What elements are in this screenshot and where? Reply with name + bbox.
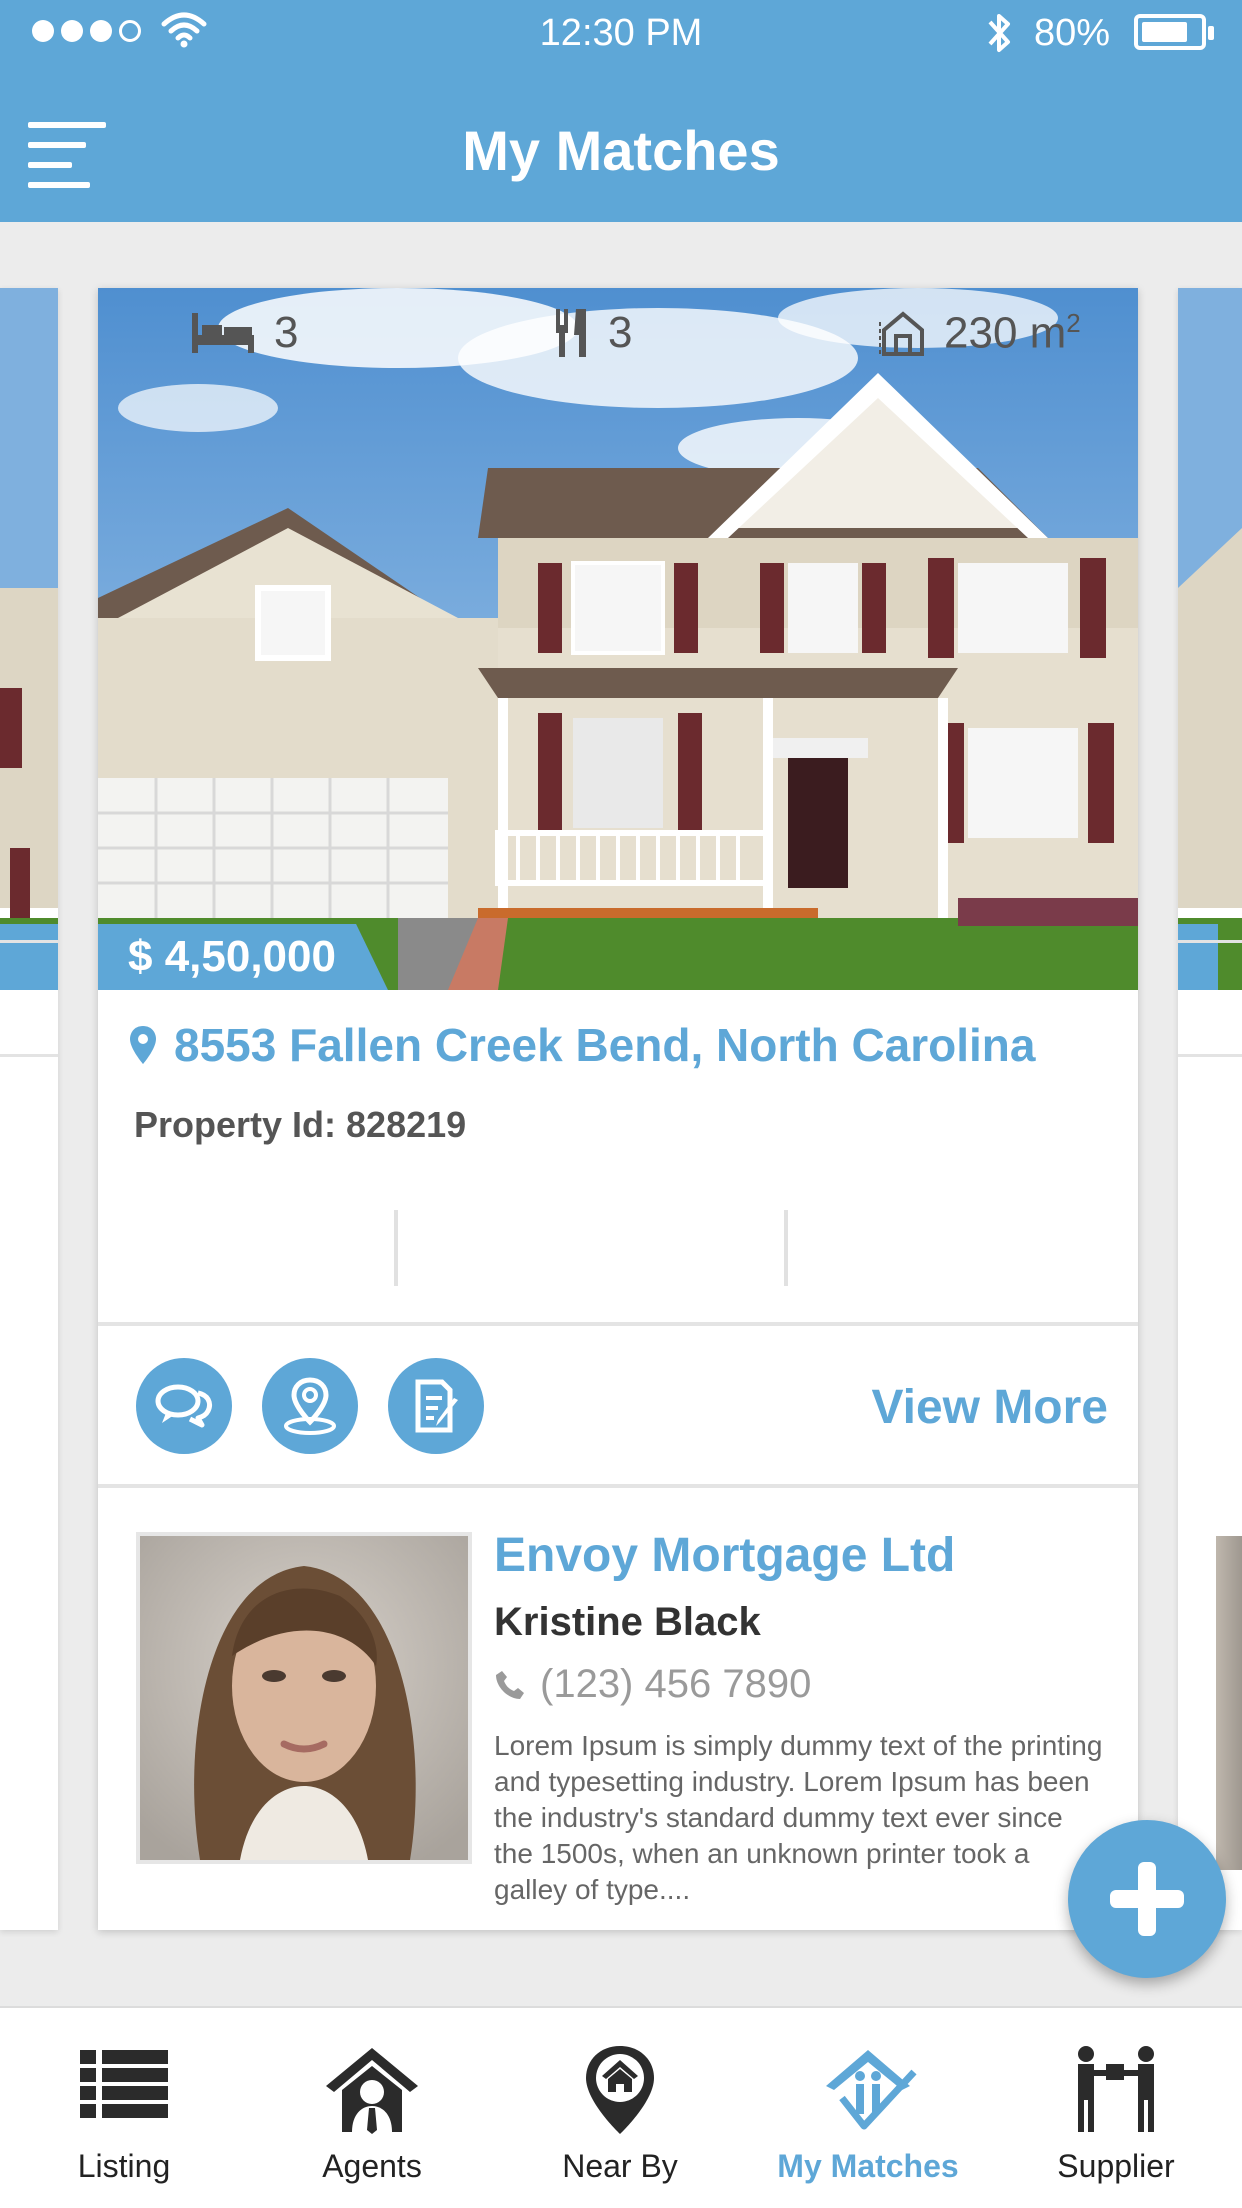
property-id: Property Id: 828219 [134, 1104, 467, 1145]
price-tag: $ 4,50,000 [98, 924, 388, 990]
tab-label: Near By [562, 2148, 678, 2184]
document-button[interactable] [388, 1358, 484, 1454]
area-stat: 230 m2 [878, 288, 1081, 378]
map-pin-icon [130, 1026, 156, 1064]
phone-icon [496, 1670, 524, 1699]
tab-agents[interactable]: Agents [248, 2008, 496, 2208]
chat-button[interactable] [136, 1358, 232, 1454]
tab-listing[interactable]: Listing [0, 2008, 248, 2208]
tab-label: Supplier [1057, 2148, 1175, 2184]
battery-percent: 80% [1034, 12, 1111, 54]
location-house-icon [586, 2046, 654, 2134]
list-icon [80, 2050, 168, 2118]
location-button[interactable] [262, 1358, 358, 1454]
area-value: 230 m2 [944, 307, 1081, 358]
bottom-tab-bar: Listing Agents Near By My Matches Suppli… [0, 2006, 1242, 2208]
dining-count: 3 [608, 308, 633, 357]
agent-name: Kristine Black [494, 1600, 761, 1644]
tab-supplier[interactable]: Supplier [992, 2008, 1240, 2208]
document-edit-icon [415, 1379, 458, 1433]
agent-bio: Lorem Ipsum is simply dummy text of the … [494, 1730, 1103, 1905]
chat-bubbles-icon [155, 1384, 213, 1428]
agent-phone[interactable]: (123) 456 7890 [494, 1662, 811, 1707]
tab-label: My Matches [777, 2148, 959, 2184]
agent-avatar [136, 1532, 472, 1864]
matches-icon [826, 2050, 917, 2130]
address-text: 8553 Fallen Creek Bend, North Carolina [174, 1019, 1036, 1071]
next-card-peek[interactable] [1178, 288, 1242, 1930]
tab-near-by[interactable]: Near By [496, 2008, 744, 2208]
next-property-photo [1178, 288, 1242, 990]
dining-stat: 3 [552, 288, 632, 378]
previous-card-peek[interactable] [0, 288, 58, 1930]
view-more-link[interactable]: View More [871, 1380, 1108, 1435]
bluetooth-icon [988, 14, 1010, 52]
page-title: My Matches [462, 119, 780, 182]
fork-knife-icon [556, 309, 586, 357]
battery-icon [1134, 14, 1214, 50]
bedrooms-stat: 3 [188, 288, 298, 378]
property-card[interactable]: $ 4,50,000 8553 Fallen Creek Bend, North… [98, 288, 1138, 1930]
previous-property-photo [0, 288, 58, 990]
area-house-icon [879, 311, 924, 356]
bed-icon [192, 313, 254, 353]
supplier-icon [1078, 2046, 1154, 2132]
location-pin-icon [284, 1377, 336, 1435]
add-button[interactable] [1068, 1820, 1226, 1978]
tab-label: Listing [77, 2148, 171, 2184]
phone-number: (123) 456 7890 [540, 1662, 812, 1706]
agent-house-icon [326, 2048, 418, 2134]
property-address[interactable]: 8553 Fallen Creek Bend, North Carolina [128, 1018, 1036, 1072]
app-header: 12:30 PM 80% My Matches [0, 0, 1242, 222]
tab-label: Agents [322, 2148, 422, 2184]
bedrooms-count: 3 [274, 308, 299, 357]
property-photo [98, 288, 1138, 990]
tab-my-matches[interactable]: My Matches [744, 2008, 992, 2208]
agent-company[interactable]: Envoy Mortgage Ltd [494, 1528, 955, 1583]
status-bar: 12:30 PM 80% [0, 0, 1242, 64]
